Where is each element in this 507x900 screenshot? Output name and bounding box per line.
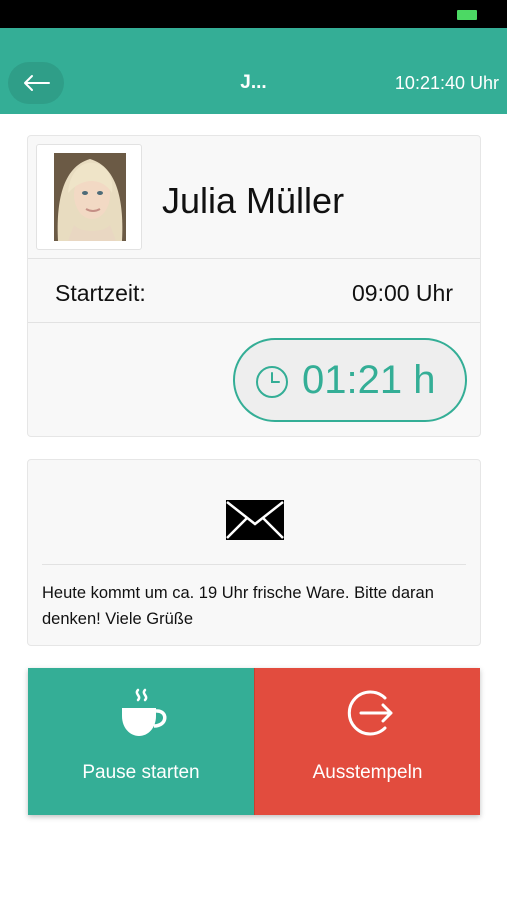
current-time: 10:21:40 Uhr (394, 73, 499, 93)
coffee-cup-icon (122, 688, 167, 736)
avatar (54, 153, 126, 241)
status-bar (0, 0, 507, 28)
employee-name: Julia Müller (162, 180, 345, 221)
timer-value: 01:21 h (302, 358, 436, 402)
start-time-value: 09:00 Uhr (351, 280, 453, 306)
checkout-label: Ausstempeln (312, 762, 423, 783)
start-time-label: Startzeit: (55, 280, 146, 306)
message-text: Heute kommt um ca. 19 Uhr frische Ware. … (42, 584, 434, 628)
avatar-frame (36, 144, 142, 250)
start-pause-button[interactable]: Pause starten (28, 668, 254, 815)
profile-header: Julia Müller (28, 136, 480, 259)
sign-out-icon (347, 690, 393, 736)
message-card: Heute kommt um ca. 19 Uhr frische Ware. … (27, 459, 481, 646)
start-time-row: Startzeit: 09:00 Uhr (28, 259, 480, 323)
battery-icon (457, 10, 477, 20)
divider (42, 564, 466, 565)
action-buttons: Pause starten Ausstempeln (28, 668, 480, 815)
pause-label: Pause starten (82, 762, 200, 783)
work-timer: 01:21 h (233, 338, 467, 422)
checkout-button[interactable]: Ausstempeln (254, 668, 480, 815)
nav-bar: J... 10:21:40 Uhr (0, 28, 507, 114)
mail-icon (226, 500, 284, 540)
employee-card: Julia Müller Startzeit: 09:00 Uhr 01:21 … (27, 135, 481, 437)
clock-icon (256, 366, 288, 398)
